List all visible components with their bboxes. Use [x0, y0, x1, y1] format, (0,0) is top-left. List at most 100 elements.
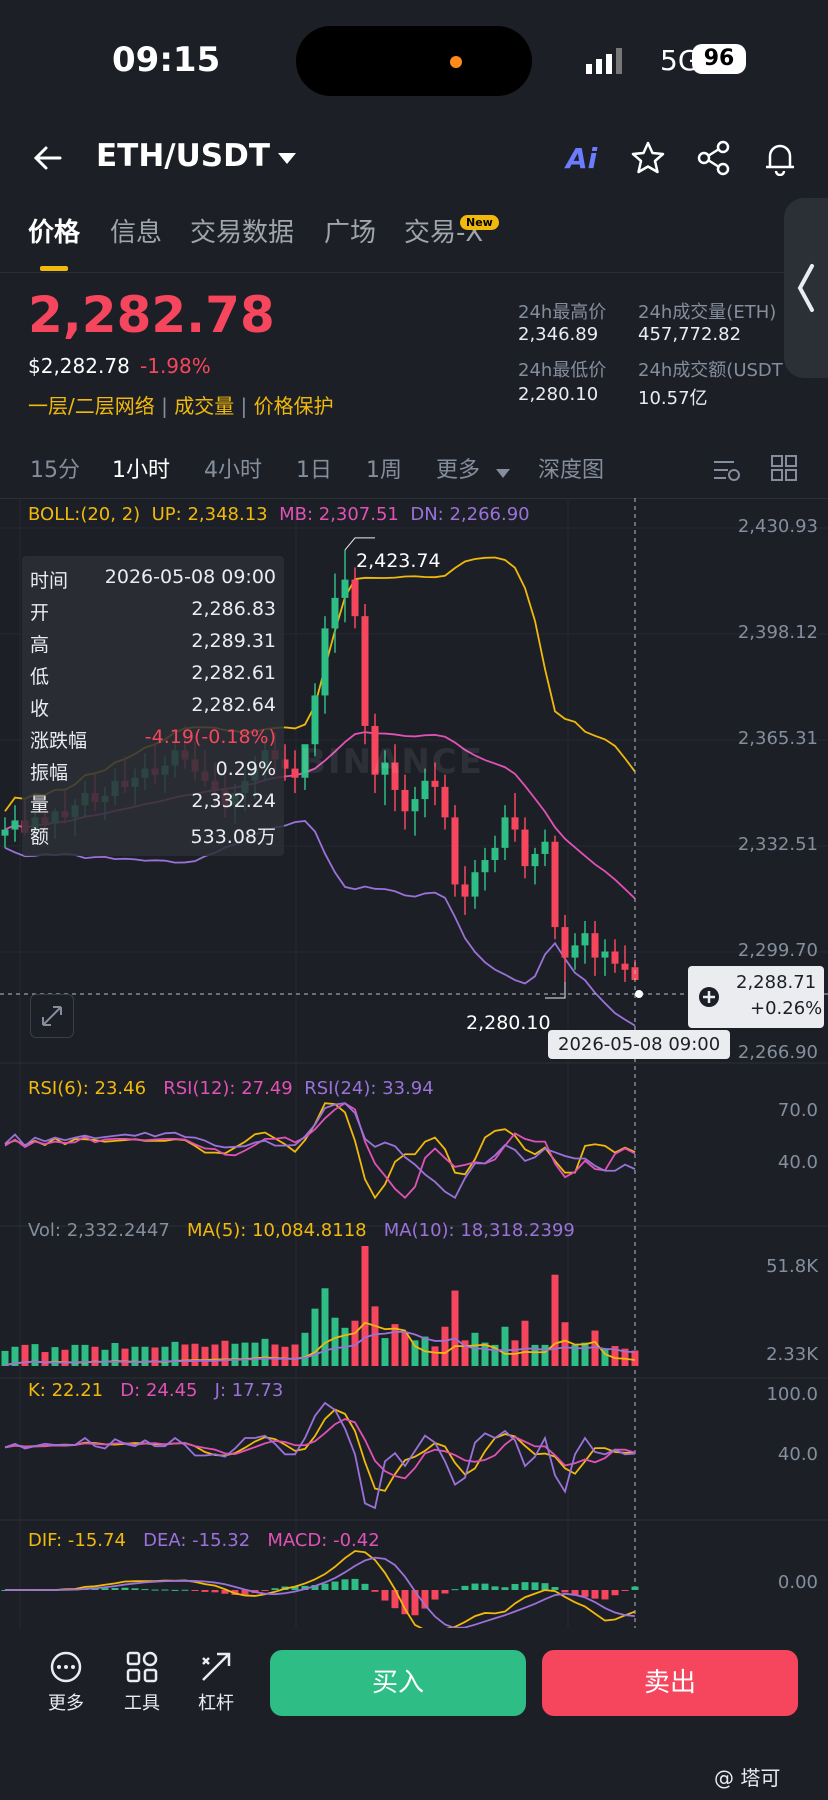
- link-layer-network[interactable]: 一层/二层网络: [28, 394, 155, 418]
- leverage-label: 杠杆: [198, 1693, 234, 1714]
- price-change: -1.98%: [140, 354, 211, 378]
- macd-histogram-bar: [171, 1589, 179, 1591]
- volume-bar: [371, 1306, 379, 1366]
- tooltip-value: -4.19(-0.18%): [144, 726, 276, 748]
- footer-watermark: @ 塔可: [714, 1766, 781, 1790]
- candle-body: [451, 817, 459, 885]
- fullscreen-button[interactable]: [30, 994, 74, 1038]
- volume-bar: [441, 1326, 449, 1366]
- tab-trading-data[interactable]: 交易数据: [190, 212, 294, 249]
- candle-body: [411, 799, 419, 812]
- sell-button[interactable]: 卖出: [542, 1650, 798, 1716]
- volume-bar: [131, 1346, 139, 1366]
- macd-histogram-bar: [601, 1590, 609, 1600]
- macd-histogram-bar: [501, 1587, 509, 1590]
- volume-bar: [191, 1343, 199, 1366]
- crosshair-time-badge: 2026-05-08 09:00: [548, 1030, 731, 1059]
- volume-bar: [121, 1348, 129, 1366]
- interval-1w[interactable]: 1周: [366, 452, 402, 484]
- interval-1d[interactable]: 1日: [296, 452, 332, 484]
- candle-tooltip: 时间 2026-05-08 09:00 开 2,286.83 高 2,289.31 低…: [22, 556, 284, 856]
- volume-bar: [231, 1343, 239, 1366]
- macd-histogram-bar: [181, 1589, 189, 1591]
- volume-bar: [161, 1346, 169, 1366]
- kdj-axis-tick: 40.0: [777, 1444, 818, 1465]
- volume-bar: [291, 1344, 299, 1366]
- link-price-protection[interactable]: 价格保护: [254, 394, 334, 418]
- ai-icon[interactable]: Ai: [566, 142, 597, 175]
- interval-15m[interactable]: 15分: [30, 452, 80, 484]
- volume-bar: [331, 1317, 339, 1366]
- signal-icon: [586, 48, 626, 78]
- macd-dea: DEA: -15.32: [143, 1530, 251, 1551]
- buy-button[interactable]: 买入: [270, 1650, 526, 1716]
- macd-histogram-bar: [371, 1590, 379, 1592]
- kdj-line-k: [4, 1408, 636, 1492]
- interval-more-caret-icon[interactable]: [496, 464, 510, 483]
- tooltip-row: 低 2,282.61: [30, 662, 276, 689]
- back-button[interactable]: [30, 140, 66, 180]
- arrow-left-icon: [33, 146, 62, 170]
- macd-histogram-bar: [561, 1590, 569, 1593]
- leverage-button[interactable]: 杠杆: [186, 1650, 246, 1715]
- boll-legend: BOLL:(20, 2) UP: 2,348.13 MB: 2,307.51 D…: [28, 504, 530, 525]
- tooltip-key: 振幅: [30, 762, 69, 784]
- tab-square[interactable]: 广场: [324, 212, 376, 249]
- volume-bar: [381, 1338, 389, 1366]
- tab-info[interactable]: 信息: [110, 212, 162, 249]
- boll-mb: MB: 2,307.51: [279, 504, 399, 525]
- min-price-label: 2,280.10: [466, 1012, 551, 1034]
- volume-bar: [361, 1246, 369, 1366]
- vol-ma10: MA(10): 18,318.2399: [383, 1220, 575, 1241]
- crosshair-price-badge: 2,288.71 +0.26%: [688, 966, 824, 1028]
- tooltip-row: 时间 2026-05-08 09:00: [30, 566, 276, 593]
- volume-bar: [101, 1349, 109, 1366]
- status-time: 09:15: [112, 40, 221, 80]
- tab-price[interactable]: 价格: [28, 212, 80, 249]
- volume-bar: [541, 1344, 549, 1366]
- macd-histogram-bar: [451, 1589, 459, 1591]
- kdj-k: K: 22.21: [28, 1380, 104, 1401]
- indicator-settings-icon[interactable]: [712, 454, 742, 488]
- pair-selector[interactable]: ETH/USDT: [96, 138, 270, 174]
- candle-body: [621, 963, 629, 970]
- rsi-24: RSI(24): 33.94: [304, 1078, 434, 1099]
- tooltip-key: 时间: [30, 570, 69, 592]
- share-icon[interactable]: [696, 140, 732, 180]
- volume-bar: [551, 1274, 559, 1366]
- star-icon[interactable]: [630, 140, 666, 180]
- macd-histogram-bar: [271, 1588, 279, 1590]
- interval-4h[interactable]: 4小时: [204, 452, 262, 484]
- tools-button[interactable]: 工具: [112, 1650, 172, 1715]
- volume-bar: [391, 1324, 399, 1366]
- boll-params: BOLL:(20, 2): [28, 504, 141, 525]
- candle-body: [581, 933, 589, 946]
- macd-histogram-bar: [431, 1590, 439, 1600]
- volume-bar: [321, 1288, 329, 1366]
- vol-axis-tick: 51.8K: [766, 1256, 818, 1277]
- macd-histogram-bar: [151, 1589, 159, 1591]
- link-volume[interactable]: 成交量: [174, 394, 234, 418]
- tooltip-row: 高 2,289.31: [30, 630, 276, 657]
- volume-bar: [501, 1326, 509, 1366]
- depth-chart-tab[interactable]: 深度图: [538, 452, 604, 484]
- crosshair-change: +0.26%: [750, 998, 823, 1019]
- macd-legend: DIF: -15.74 DEA: -15.32 MACD: -0.42: [28, 1530, 380, 1551]
- tooltip-key: 额: [30, 826, 50, 848]
- volume-bar: [281, 1346, 289, 1366]
- side-panel-handle[interactable]: [784, 198, 828, 378]
- candle-body: [291, 768, 299, 778]
- volume-bar: [151, 1347, 159, 1366]
- pair-dropdown-icon[interactable]: [278, 150, 296, 169]
- vol-value: Vol: 2,332.2447: [28, 1220, 170, 1241]
- vol-usdt-value: 10.57亿: [638, 388, 708, 409]
- bell-icon[interactable]: [762, 140, 798, 180]
- interval-1h[interactable]: 1小时: [112, 452, 170, 484]
- kdj-line-j: [4, 1401, 636, 1510]
- volume-bar: [221, 1340, 229, 1366]
- price-axis-tick: 2,365.31: [737, 728, 818, 749]
- more-button[interactable]: 更多: [36, 1650, 96, 1715]
- macd-panel: [1, 1550, 639, 1628]
- layout-grid-icon[interactable]: [770, 454, 798, 486]
- interval-more[interactable]: 更多: [436, 452, 480, 484]
